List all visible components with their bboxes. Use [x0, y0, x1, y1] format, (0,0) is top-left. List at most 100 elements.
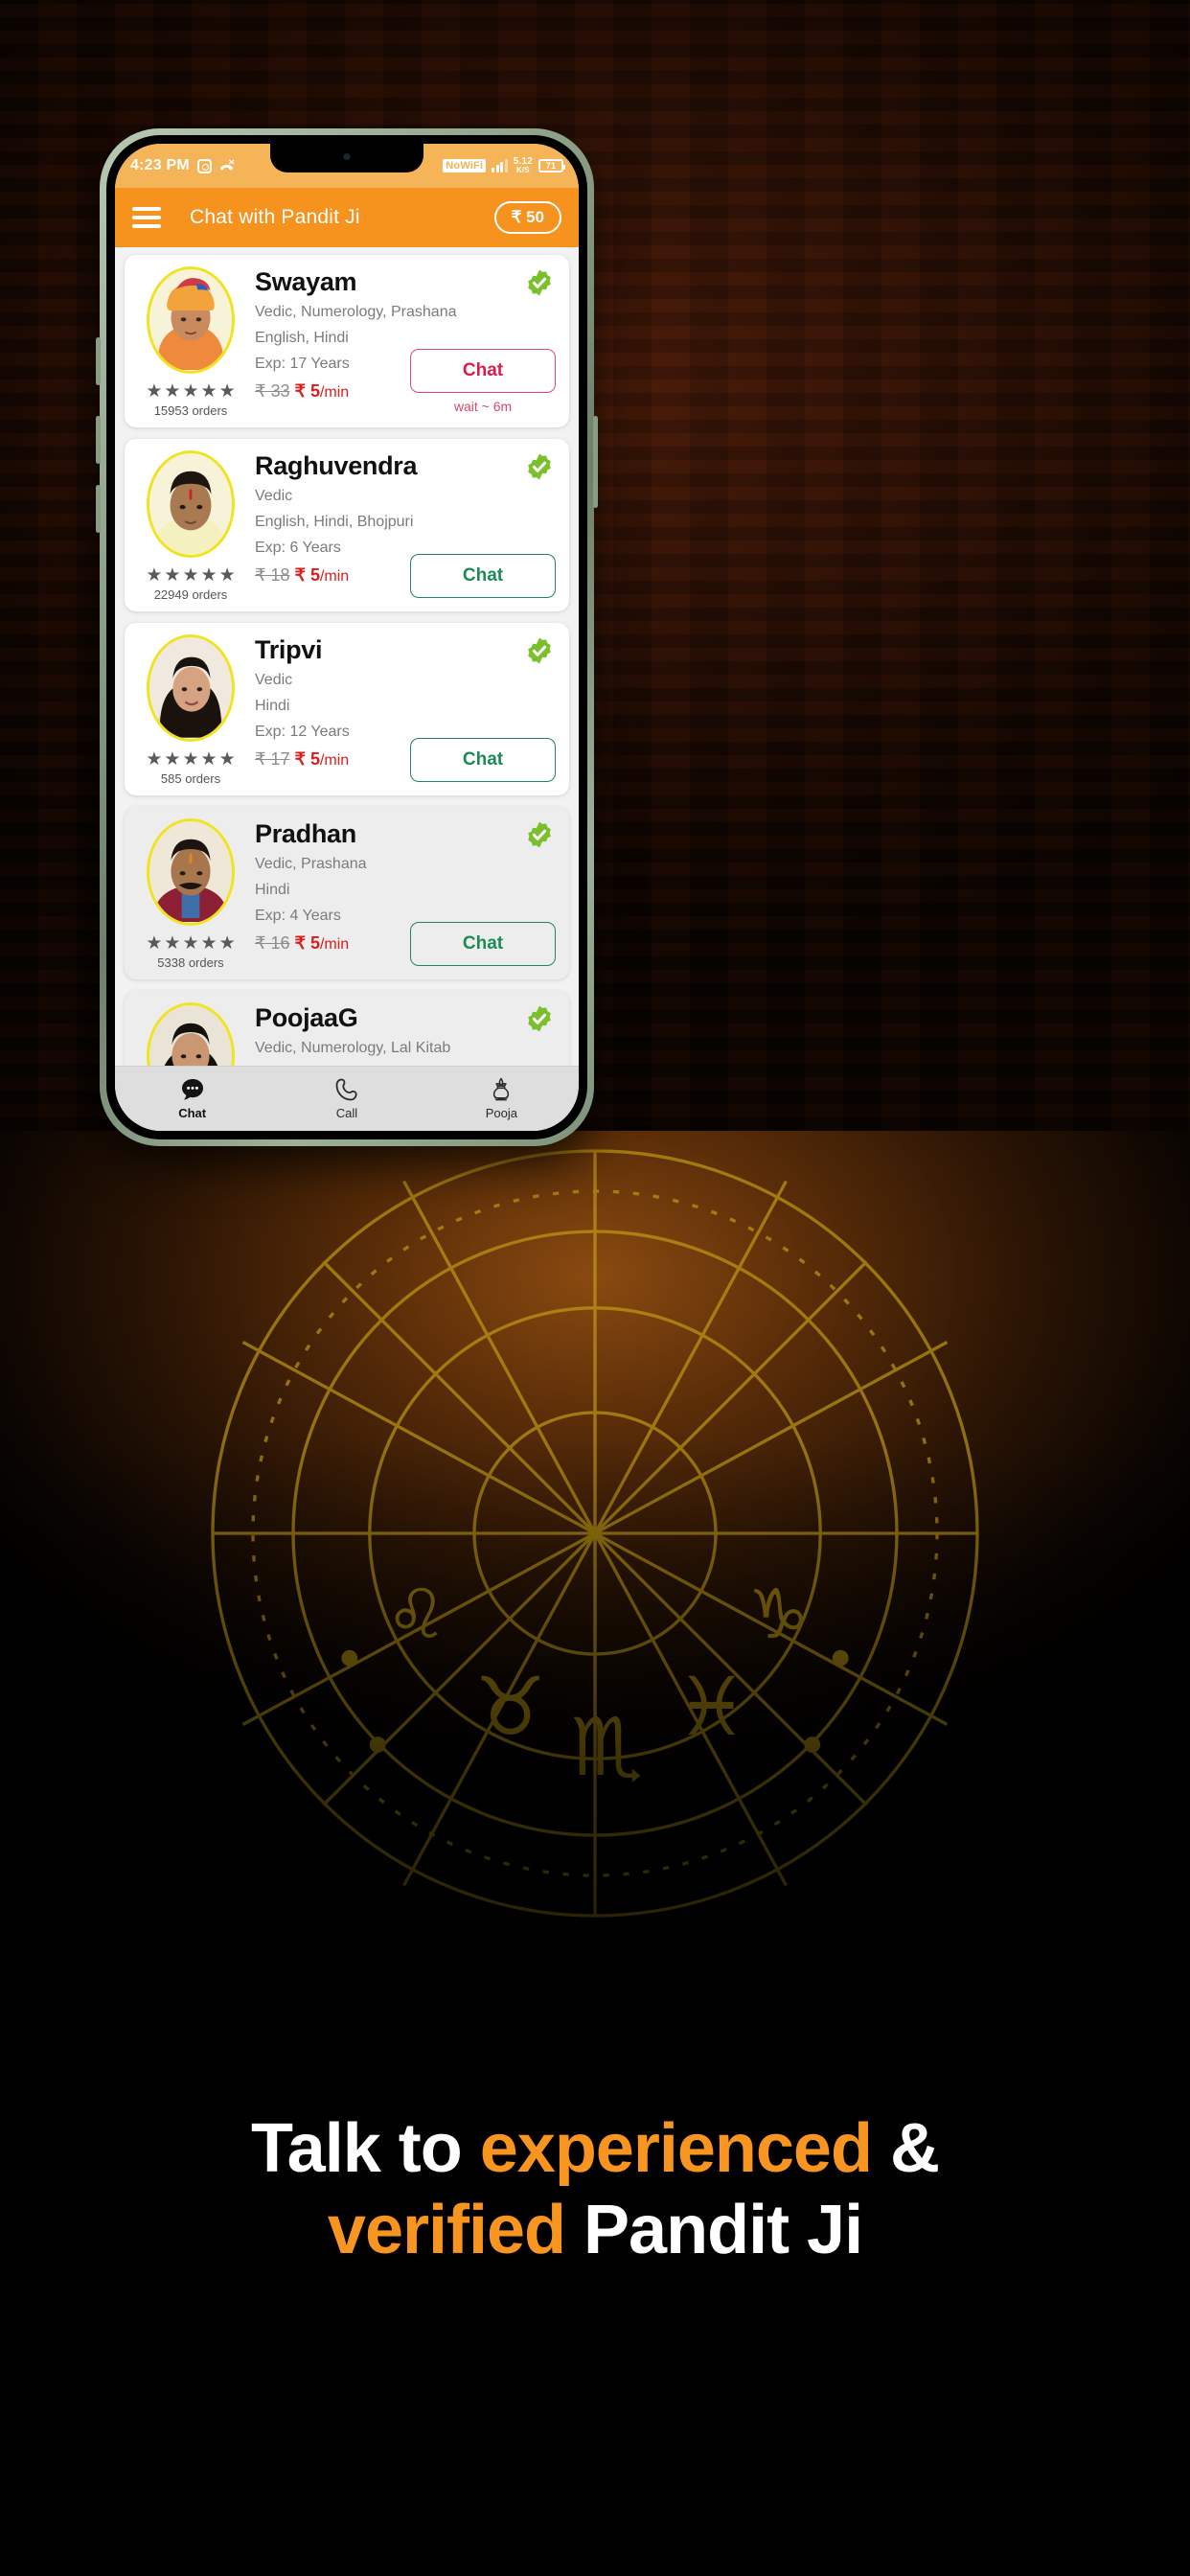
pooja-kalash-icon — [493, 1077, 510, 1101]
display-notch — [270, 144, 423, 172]
star-icon: ★ — [200, 749, 217, 770]
power-button — [593, 416, 598, 508]
signal-bars-icon — [492, 159, 508, 172]
nav-label-call: Call — [335, 1106, 358, 1120]
card-action-column: Chat — [410, 554, 556, 598]
volume-up-button — [96, 337, 101, 385]
chat-bubble-icon — [181, 1079, 203, 1100]
background-fade — [0, 1438, 1190, 2576]
star-icon: ★ — [182, 565, 199, 586]
volume-down-button — [96, 416, 101, 464]
astrologer-name: Pradhan — [255, 819, 356, 848]
phone-bezel: 4:23 PM NoWiFi 5.12 K/S 71 Chat with Pan… — [106, 135, 587, 1139]
avatar-photo-raghuvendra — [149, 453, 232, 554]
hamburger-menu-icon[interactable] — [132, 207, 161, 228]
card-left-column: ★ ★ ★ ★ ★ 22949 orders — [138, 450, 243, 602]
phone-handset-icon — [335, 1078, 357, 1101]
card-left-column: ★ ★ ★ ★ ★ 15953 orders — [138, 266, 243, 418]
card-action-column: Chat — [410, 738, 556, 782]
nav-label-chat: Chat — [178, 1106, 207, 1120]
astrologer-list[interactable]: ★ ★ ★ ★ ★ 15953 orders Swayam Vedic, Numerol… — [115, 247, 579, 1066]
astrologer-skills: Vedic, Numerology, Lal Kitab — [255, 1040, 451, 1057]
promo-tagline: Talk to experienced & verified Pandit Ji — [0, 2108, 1190, 2271]
astrologer-name: Raghuvendra — [255, 451, 418, 480]
no-wifi-badge: NoWiFi — [443, 158, 487, 173]
price-discounted: ₹ 5 — [294, 381, 320, 402]
status-bar-left: 4:23 PM — [130, 157, 236, 174]
nav-item-chat[interactable]: Chat — [115, 1067, 269, 1131]
star-icon: ★ — [218, 381, 236, 402]
star-icon: ★ — [218, 749, 236, 770]
card-action-column: Chat — [410, 922, 556, 966]
astrologer-card[interactable]: ★ ★ ★ ★ ★ 15953 orders Swayam Vedic, Numerol… — [125, 255, 569, 427]
star-icon: ★ — [182, 749, 199, 770]
astrologer-card[interactable]: ★ ★ ★ ★ ★ 22949 orders Raghuvendra Vedic Eng… — [125, 439, 569, 611]
price-unit: /min — [319, 384, 350, 402]
avatar-photo-swayam — [149, 269, 232, 370]
astrologer-languages: Hindi — [255, 698, 290, 715]
nav-item-call[interactable]: Call — [269, 1067, 423, 1131]
astrologer-card[interactable]: PoojaaG Vedic, Numerology, Lal Kitab Eng… — [125, 991, 569, 1066]
bottom-navigation: Chat Call Pooja — [115, 1066, 579, 1131]
astrologer-skills: Vedic — [255, 672, 293, 689]
star-icon: ★ — [182, 381, 199, 402]
chat-button[interactable]: Chat — [410, 922, 556, 966]
card-left-column — [138, 1002, 243, 1066]
card-action-column: Chat wait ~ 6m — [410, 349, 556, 414]
astrologer-card[interactable]: ★ ★ ★ ★ ★ 585 orders Tripvi Vedic Hindi Exp:… — [125, 623, 569, 795]
verified-badge-icon — [528, 1005, 551, 1032]
battery-icon: 71 — [538, 159, 565, 172]
star-icon: ★ — [200, 565, 217, 586]
mute-switch — [96, 485, 101, 533]
star-icon: ★ — [164, 381, 181, 402]
price-original: ₹ 16 — [255, 933, 290, 954]
astrologer-skills: Vedic — [255, 488, 293, 505]
tagline-part-2: & — [871, 2110, 940, 2187]
status-bar: 4:23 PM NoWiFi 5.12 K/S 71 — [115, 144, 579, 188]
avatar — [147, 818, 235, 926]
chat-button[interactable]: Chat — [410, 738, 556, 782]
price-discounted: ₹ 5 — [294, 749, 320, 770]
rating-stars: ★ ★ ★ ★ ★ — [146, 566, 235, 585]
rating-stars: ★ ★ ★ ★ ★ — [146, 934, 235, 953]
wait-time: wait ~ 6m — [453, 399, 513, 414]
price-unit: /min — [319, 936, 350, 954]
price-original: ₹ 17 — [255, 749, 290, 770]
chat-button[interactable]: Chat — [410, 554, 556, 598]
promo-banner: ♉ ♏ ♓ ♌ ♑ — [0, 0, 1190, 2576]
avatar-photo-pradhan — [149, 821, 232, 922]
page-title: Chat with Pandit Ji — [190, 206, 360, 228]
tagline-part-1: Talk to — [251, 2110, 480, 2187]
verified-badge-icon — [528, 453, 551, 480]
star-icon: ★ — [182, 933, 199, 954]
avatar — [147, 634, 235, 742]
avatar-photo-tripvi — [149, 637, 232, 738]
tagline-highlight-verified: verified — [327, 2191, 566, 2268]
avatar — [147, 1002, 235, 1066]
astrologer-skills: Vedic, Numerology, Prashana — [255, 304, 457, 321]
astrologer-name: Tripvi — [255, 635, 323, 664]
wallet-balance-button[interactable]: ₹ 50 — [493, 201, 561, 234]
orders-count: 15953 orders — [153, 403, 228, 418]
tagline-line-2: verified Pandit Ji — [0, 2190, 1190, 2271]
price-original: ₹ 33 — [255, 381, 290, 402]
app-bar: Chat with Pandit Ji ₹ 50 — [115, 188, 579, 247]
chat-button[interactable]: Chat — [410, 349, 556, 393]
tagline-highlight-experienced: experienced — [479, 2110, 873, 2187]
astrologer-languages: English, Hindi, Bhojpuri — [255, 514, 414, 531]
tagline-part-3: Pandit Ji — [565, 2191, 863, 2268]
price-original: ₹ 18 — [255, 565, 290, 586]
nav-item-pooja[interactable]: Pooja — [424, 1067, 579, 1131]
avatar — [147, 450, 235, 558]
missed-call-icon — [219, 158, 235, 171]
star-icon: ★ — [164, 565, 181, 586]
astrologer-name: Swayam — [255, 267, 357, 296]
phone-mockup: 4:23 PM NoWiFi 5.12 K/S 71 Chat with Pan… — [96, 128, 598, 1146]
price-unit: /min — [319, 568, 350, 586]
network-speed: 5.12 K/S — [514, 157, 533, 174]
nav-label-pooja: Pooja — [485, 1106, 517, 1120]
astrologer-card[interactable]: ★ ★ ★ ★ ★ 5338 orders Pradhan Vedic, Prashan… — [125, 807, 569, 979]
avatar-photo-poojaag — [149, 1005, 232, 1066]
star-icon: ★ — [164, 933, 181, 954]
price-discounted: ₹ 5 — [294, 565, 320, 586]
